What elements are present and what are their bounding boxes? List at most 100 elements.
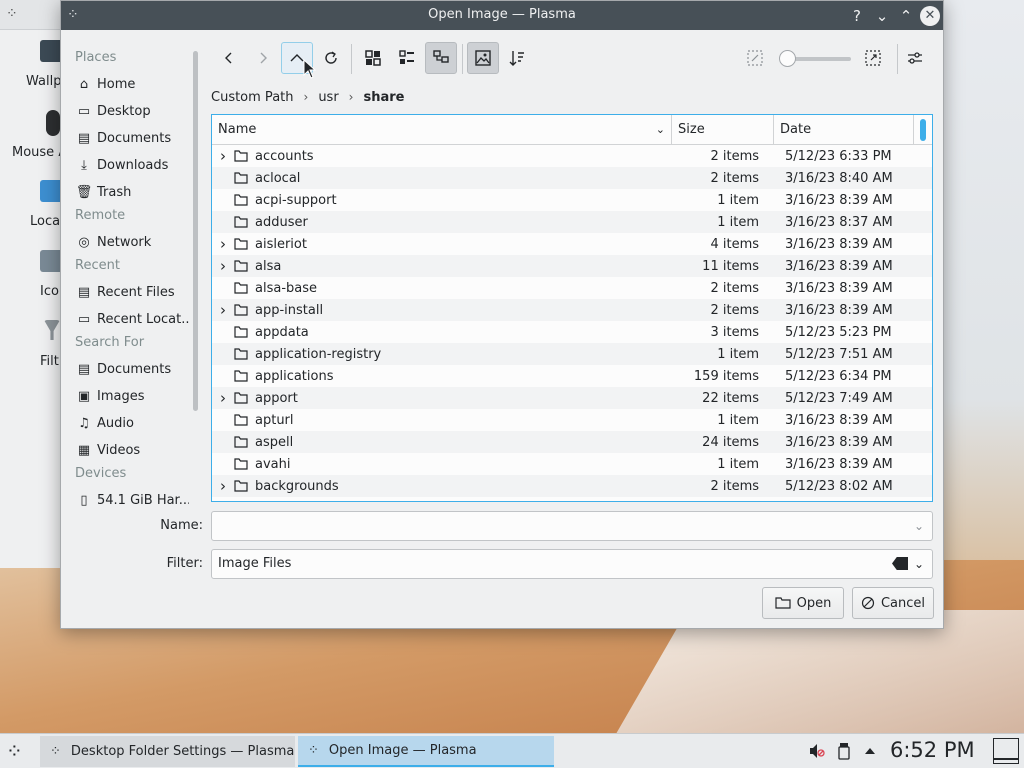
- breadcrumb-item[interactable]: Custom Path: [211, 90, 294, 105]
- zoom-in-button[interactable]: [857, 42, 889, 74]
- minimize-button[interactable]: ⌄: [872, 6, 892, 26]
- places-item[interactable]: ▤ Documents: [61, 125, 189, 152]
- removable-device-icon[interactable]: [838, 742, 850, 760]
- places-item[interactable]: ▭ Desktop: [61, 98, 189, 125]
- expand-chevron-icon[interactable]: ›: [212, 477, 234, 495]
- compact-view-button[interactable]: [391, 42, 423, 74]
- file-row[interactable]: apturl 1 item 3/16/23 8:39 AM: [212, 409, 932, 431]
- close-button[interactable]: ✕: [920, 6, 940, 26]
- file-row[interactable]: › aisleriot 4 items 3/16/23 8:39 AM: [212, 233, 932, 255]
- task-open-image[interactable]: ⁘ Open Image — Plasma: [298, 736, 554, 767]
- column-name[interactable]: Name ⌄: [212, 115, 672, 145]
- chevron-right-icon[interactable]: ›: [349, 90, 354, 104]
- help-button[interactable]: ?: [847, 6, 867, 26]
- file-row[interactable]: applications 159 items 5/12/23 6:34 PM: [212, 365, 932, 387]
- places-item[interactable]: ▣ Images: [61, 383, 189, 410]
- chevron-down-icon: ⌄: [655, 123, 665, 136]
- expand-chevron-icon[interactable]: ›: [212, 301, 234, 319]
- detailed-tree-view-button[interactable]: [425, 42, 457, 74]
- maximize-button[interactable]: ⌃: [896, 6, 916, 26]
- show-desktop-button[interactable]: [993, 738, 1019, 764]
- open-button-label: Open: [796, 595, 832, 611]
- places-item[interactable]: ⤓ Downloads: [61, 152, 189, 179]
- file-row[interactable]: aclocal 2 items 3/16/23 8:40 AM: [212, 167, 932, 189]
- chevron-right-icon[interactable]: ›: [304, 90, 309, 104]
- expand-chevron-icon[interactable]: ›: [212, 389, 234, 407]
- places-section-header: Places: [75, 50, 117, 65]
- places-item[interactable]: ◎ Network: [61, 229, 189, 256]
- file-row[interactable]: › app-install 2 items 3/16/23 8:39 AM: [212, 299, 932, 321]
- application-launcher-icon[interactable]: ⁘: [6, 739, 23, 763]
- file-name: accounts: [255, 148, 314, 164]
- file-row[interactable]: appdata 3 items 5/12/23 5:23 PM: [212, 321, 932, 343]
- places-item[interactable]: 🗑 Trash: [61, 179, 189, 206]
- places-item[interactable]: ♫ Audio: [61, 410, 189, 437]
- file-date: 3/16/23 8:39 AM: [785, 302, 893, 318]
- places-scrollbar[interactable]: [193, 51, 198, 411]
- places-item[interactable]: ▤ Documents: [61, 356, 189, 383]
- preview-toggle-button[interactable]: [467, 42, 499, 74]
- breadcrumb-item[interactable]: usr: [318, 90, 338, 105]
- file-row[interactable]: › apport 22 items 5/12/23 7:49 AM: [212, 387, 932, 409]
- file-row[interactable]: avahi 1 item 3/16/23 8:39 AM: [212, 453, 932, 475]
- places-item[interactable]: ▦ Videos: [61, 437, 189, 464]
- expand-chevron-icon[interactable]: ›: [212, 235, 234, 253]
- expand-chevron-icon[interactable]: ›: [212, 147, 234, 165]
- dialog-titlebar[interactable]: ⁘ Open Image — Plasma ? ⌄ ⌃ ✕: [61, 1, 943, 30]
- places-item[interactable]: ▤ Recent Files: [61, 279, 189, 306]
- folder-icon: [234, 304, 248, 316]
- places-item-label: Home: [97, 77, 136, 92]
- column-size[interactable]: Size: [672, 115, 774, 145]
- cancel-button[interactable]: Cancel: [852, 587, 934, 619]
- open-button[interactable]: Open: [762, 587, 844, 619]
- file-row[interactable]: acpi-support 1 item 3/16/23 8:39 AM: [212, 189, 932, 211]
- places-item[interactable]: ▯ 54.1 GiB Har...: [61, 487, 189, 514]
- clear-text-icon[interactable]: [892, 557, 908, 570]
- grid-view-icon: [365, 50, 381, 66]
- options-button[interactable]: [899, 42, 931, 74]
- folder-icon: [234, 458, 248, 470]
- clock[interactable]: 6:52 PM: [890, 738, 975, 762]
- name-input[interactable]: ⌄: [211, 511, 933, 541]
- folder-icon: [234, 392, 248, 404]
- forward-button[interactable]: [247, 42, 279, 74]
- task-desktop-folder-settings[interactable]: ⁘ Desktop Folder Settings — Plasma: [40, 736, 295, 767]
- places-item-label: Documents: [97, 362, 172, 377]
- file-row[interactable]: › alsa 11 items 3/16/23 8:39 AM: [212, 255, 932, 277]
- expand-chevron-icon[interactable]: ›: [212, 257, 234, 275]
- mouse-category-icon: [46, 110, 60, 136]
- tray-expand-icon[interactable]: [864, 746, 876, 756]
- icons-view-button[interactable]: [357, 42, 389, 74]
- file-row[interactable]: › backgrounds 2 items 5/12/23 8:02 AM: [212, 475, 932, 497]
- background-window[interactable]: ⁘ Wallp Mouse A Loca Ico Filt: [0, 0, 67, 568]
- places-item[interactable]: ⌂ Home: [61, 71, 189, 98]
- zoom-out-icon: [747, 50, 763, 66]
- filter-combobox[interactable]: Image Files ⌄: [211, 549, 933, 579]
- back-button[interactable]: [213, 42, 245, 74]
- file-row[interactable]: alsa-base 2 items 3/16/23 8:39 AM: [212, 277, 932, 299]
- places-item[interactable]: ▭ Recent Locat...: [61, 306, 189, 333]
- zoom-slider[interactable]: [779, 50, 851, 67]
- breadcrumb-current[interactable]: share: [363, 90, 404, 105]
- background-window-titlebar[interactable]: ⁘: [0, 0, 61, 30]
- places-item-label: Downloads: [97, 158, 169, 173]
- kde-menu-icon: ⁘: [6, 6, 18, 22]
- file-row[interactable]: aspell 24 items 3/16/23 8:39 AM: [212, 431, 932, 453]
- volume-muted-icon[interactable]: [808, 742, 826, 760]
- zoom-slider-handle[interactable]: [779, 50, 796, 67]
- toolbar-separator: [351, 44, 352, 74]
- file-size: 159 items: [693, 368, 759, 384]
- sort-button[interactable]: [501, 42, 533, 74]
- chevron-down-icon[interactable]: ⌄: [914, 550, 924, 578]
- file-row[interactable]: › accounts 2 items 5/12/23 6:33 PM: [212, 145, 932, 167]
- file-list-view[interactable]: Name ⌄ Size Date › accounts 2 items 5/12/23…: [211, 114, 933, 502]
- chevron-down-icon[interactable]: ⌄: [914, 512, 924, 540]
- file-row[interactable]: application-registry 1 item 5/12/23 7:51 A…: [212, 343, 932, 365]
- reload-button[interactable]: [315, 42, 347, 74]
- file-row[interactable]: adduser 1 item 3/16/23 8:37 AM: [212, 211, 932, 233]
- column-date[interactable]: Date: [774, 115, 914, 145]
- file-list-scrollbar[interactable]: [920, 119, 926, 141]
- toolbar-separator: [897, 44, 898, 74]
- zoom-out-button[interactable]: [739, 42, 771, 74]
- places-item-label: Videos: [97, 443, 141, 458]
